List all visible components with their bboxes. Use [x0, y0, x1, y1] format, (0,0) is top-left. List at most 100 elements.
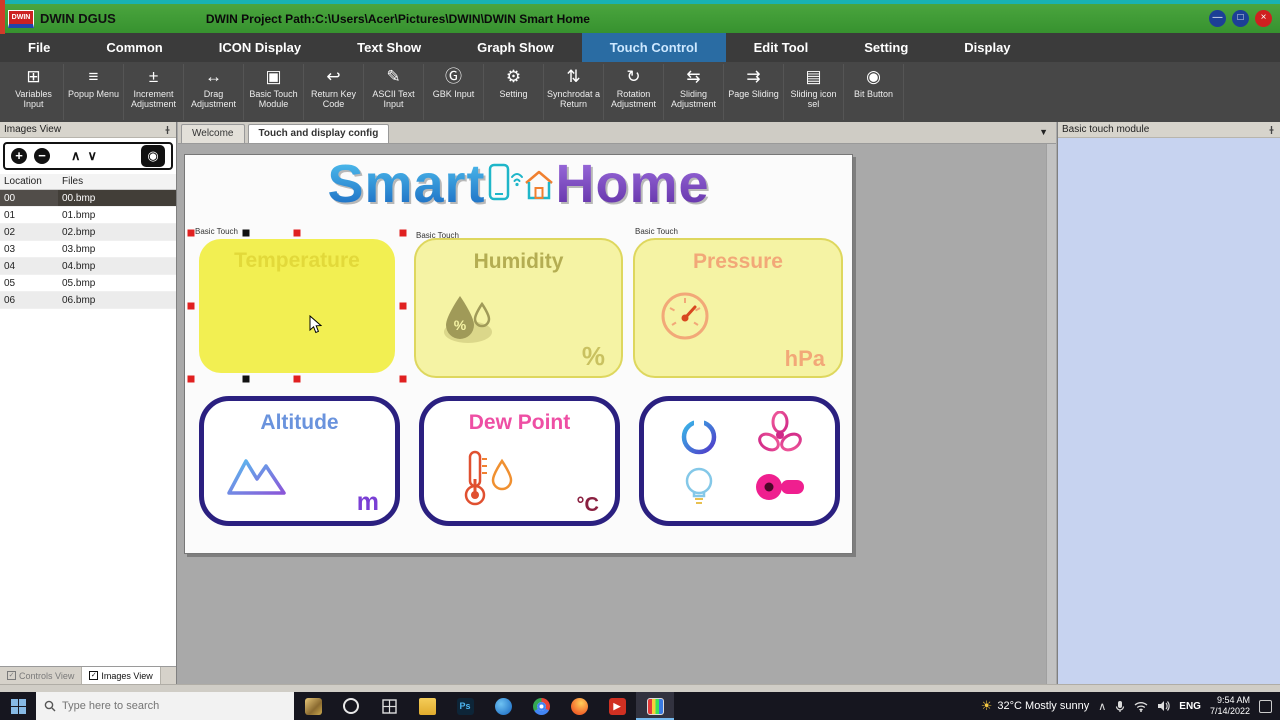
maximize-button[interactable]: □	[1232, 10, 1249, 27]
action-center-icon[interactable]	[1259, 699, 1272, 713]
menu-item-display[interactable]: Display	[936, 33, 1038, 62]
basic-touch-module-button[interactable]: ▣ Basic Touch Module	[244, 64, 304, 120]
tab-welcome[interactable]: Welcome	[181, 124, 245, 143]
speaker-icon[interactable]	[1157, 700, 1170, 712]
tool-label: Increment Adjustment	[130, 89, 177, 110]
images-view-tab[interactable]: ✓ Images View	[82, 667, 161, 684]
tool-label: Synchrodat a Return	[546, 89, 601, 110]
vertical-scrollbar[interactable]	[1046, 144, 1056, 684]
menu-item-file[interactable]: File	[0, 33, 78, 62]
firefox-icon[interactable]	[560, 692, 598, 720]
design-canvas[interactable]: Smart Home Basic Touch Basic Touch Basic…	[184, 154, 853, 554]
return-key-code-icon: ↩	[326, 67, 341, 86]
temperature-card[interactable]: Temperature	[199, 239, 395, 373]
sliding-icon-sel-button[interactable]: ▤ Sliding icon sel	[784, 64, 844, 120]
setting-button[interactable]: ⚙ Setting	[484, 64, 544, 120]
thermometer-drop-icon	[464, 450, 513, 506]
power-icon	[681, 414, 716, 455]
image-row-03[interactable]: 03 03.bmp	[0, 240, 176, 258]
search-input[interactable]	[62, 700, 262, 712]
image-row-00[interactable]: 00 00.bmp	[0, 189, 176, 207]
widget-thumbnail-icon[interactable]	[294, 692, 332, 720]
images-view-icon: ✓	[89, 671, 99, 680]
taskbar-search[interactable]	[36, 692, 294, 720]
sliding-icon-sel-icon: ▤	[805, 67, 822, 86]
menu-item-graph-show[interactable]: Graph Show	[449, 33, 582, 62]
pin-icon[interactable]	[1267, 125, 1276, 135]
group-label-basic-touch-1: Basic Touch	[195, 227, 238, 236]
menu-item-edit-tool[interactable]: Edit Tool	[726, 33, 837, 62]
start-button[interactable]	[0, 692, 36, 720]
popup-menu-button[interactable]: ≡ Popup Menu	[64, 64, 124, 120]
gbk-input-button[interactable]: Ⓖ GBK Input	[424, 64, 484, 120]
fan-icon	[758, 411, 803, 452]
return-key-code-button[interactable]: ↩ Return Key Code	[304, 64, 364, 120]
move-down-button[interactable]: ∨	[88, 148, 98, 164]
weather-widget[interactable]: ☀ 32°C Mostly sunny	[981, 698, 1089, 714]
pressure-card[interactable]: Pressure hPa	[633, 238, 843, 378]
file-cell: 03.bmp	[58, 240, 176, 258]
menu-item-text-show[interactable]: Text Show	[329, 33, 449, 62]
mountain-icon	[227, 459, 286, 495]
remove-dropdown-icon[interactable]: ▾	[46, 152, 50, 161]
file-cell: 01.bmp	[58, 206, 176, 224]
blue-app-icon[interactable]	[484, 692, 522, 720]
menu-item-common[interactable]: Common	[78, 33, 190, 62]
sliding-adjustment-button[interactable]: ⇆ Sliding Adjustment	[664, 64, 724, 120]
controls-view-icon: ✓	[7, 671, 16, 680]
image-row-05[interactable]: 05 05.bmp	[0, 274, 176, 292]
chrome-icon[interactable]	[522, 692, 560, 720]
taskbar-clock[interactable]: 9:54 AM 7/14/2022	[1210, 695, 1250, 718]
controls-view-tab[interactable]: ✓ Controls View	[0, 667, 83, 684]
move-up-button[interactable]: ∧	[71, 148, 81, 164]
image-row-01[interactable]: 01 01.bmp	[0, 206, 176, 224]
language-indicator[interactable]: ENG	[1179, 701, 1201, 712]
network-icon[interactable]	[1134, 701, 1148, 712]
search-icon	[44, 700, 56, 712]
rotation-adjustment-button[interactable]: ↻ Rotation Adjustment	[604, 64, 664, 120]
menu-item-icon-display[interactable]: ICON Display	[191, 33, 329, 62]
title-bar: DWIN DWIN DGUS DWIN Project Path:C:\User…	[0, 4, 1280, 33]
humidity-card[interactable]: Humidity % %	[414, 238, 623, 378]
file-explorer-icon[interactable]	[408, 692, 446, 720]
close-button[interactable]: ×	[1255, 10, 1272, 27]
sun-icon: ☀	[980, 698, 993, 713]
altitude-card[interactable]: Altitude m	[199, 396, 400, 526]
location-column-header[interactable]: Location	[0, 174, 58, 190]
pin-icon[interactable]	[163, 125, 172, 135]
smart-home-title: Smart Home	[185, 153, 852, 215]
task-view-icon[interactable]	[370, 692, 408, 720]
altitude-unit: m	[356, 488, 379, 516]
menu-item-touch-control[interactable]: Touch Control	[581, 33, 726, 62]
tab-list-dropdown-icon[interactable]: ▼	[1039, 127, 1048, 137]
red-app-icon[interactable]: ▶	[598, 692, 636, 720]
locate-image-button[interactable]: ◉	[141, 145, 165, 167]
synchrodata-return-button[interactable]: ⇅ Synchrodat a Return	[544, 64, 604, 120]
devices-card[interactable]	[639, 396, 840, 526]
file-cell: 02.bmp	[58, 223, 176, 241]
cortana-icon[interactable]	[332, 692, 370, 720]
sliding-adjustment-icon: ⇆	[686, 67, 701, 86]
drag-adjustment-button[interactable]: ↔ Drag Adjustment	[184, 64, 244, 120]
bit-button-button[interactable]: ◉ Bit Button	[844, 64, 904, 120]
dew-point-card[interactable]: Dew Point °C	[419, 396, 620, 526]
image-row-02[interactable]: 02 02.bmp	[0, 223, 176, 241]
microphone-icon[interactable]	[1115, 700, 1125, 713]
add-image-button[interactable]: +	[11, 148, 27, 164]
tab-label: Images View	[101, 670, 153, 681]
image-row-04[interactable]: 04 04.bmp	[0, 257, 176, 275]
dwin-app-taskbar-icon[interactable]	[636, 692, 674, 720]
increment-adjustment-button[interactable]: ± Increment Adjustment	[124, 64, 184, 120]
tab-touch-display-config[interactable]: Touch and display config	[247, 124, 390, 143]
menu-item-setting[interactable]: Setting	[836, 33, 936, 62]
minimize-button[interactable]: —	[1209, 10, 1226, 27]
files-column-header[interactable]: Files	[58, 174, 176, 190]
application-window: DWIN DWIN DGUS DWIN Project Path:C:\User…	[0, 0, 1280, 720]
tray-expand-icon[interactable]: ∧	[1098, 700, 1106, 713]
basic-touch-module-icon: ▣	[265, 67, 282, 86]
photoshop-icon[interactable]: Ps	[446, 692, 484, 720]
ascii-text-input-button[interactable]: ✎ ASCII Text Input	[364, 64, 424, 120]
image-row-06[interactable]: 06 06.bmp	[0, 291, 176, 309]
page-sliding-button[interactable]: ⇉ Page Sliding	[724, 64, 784, 120]
variables-input-button[interactable]: ⊞ Variables Input	[4, 64, 64, 120]
